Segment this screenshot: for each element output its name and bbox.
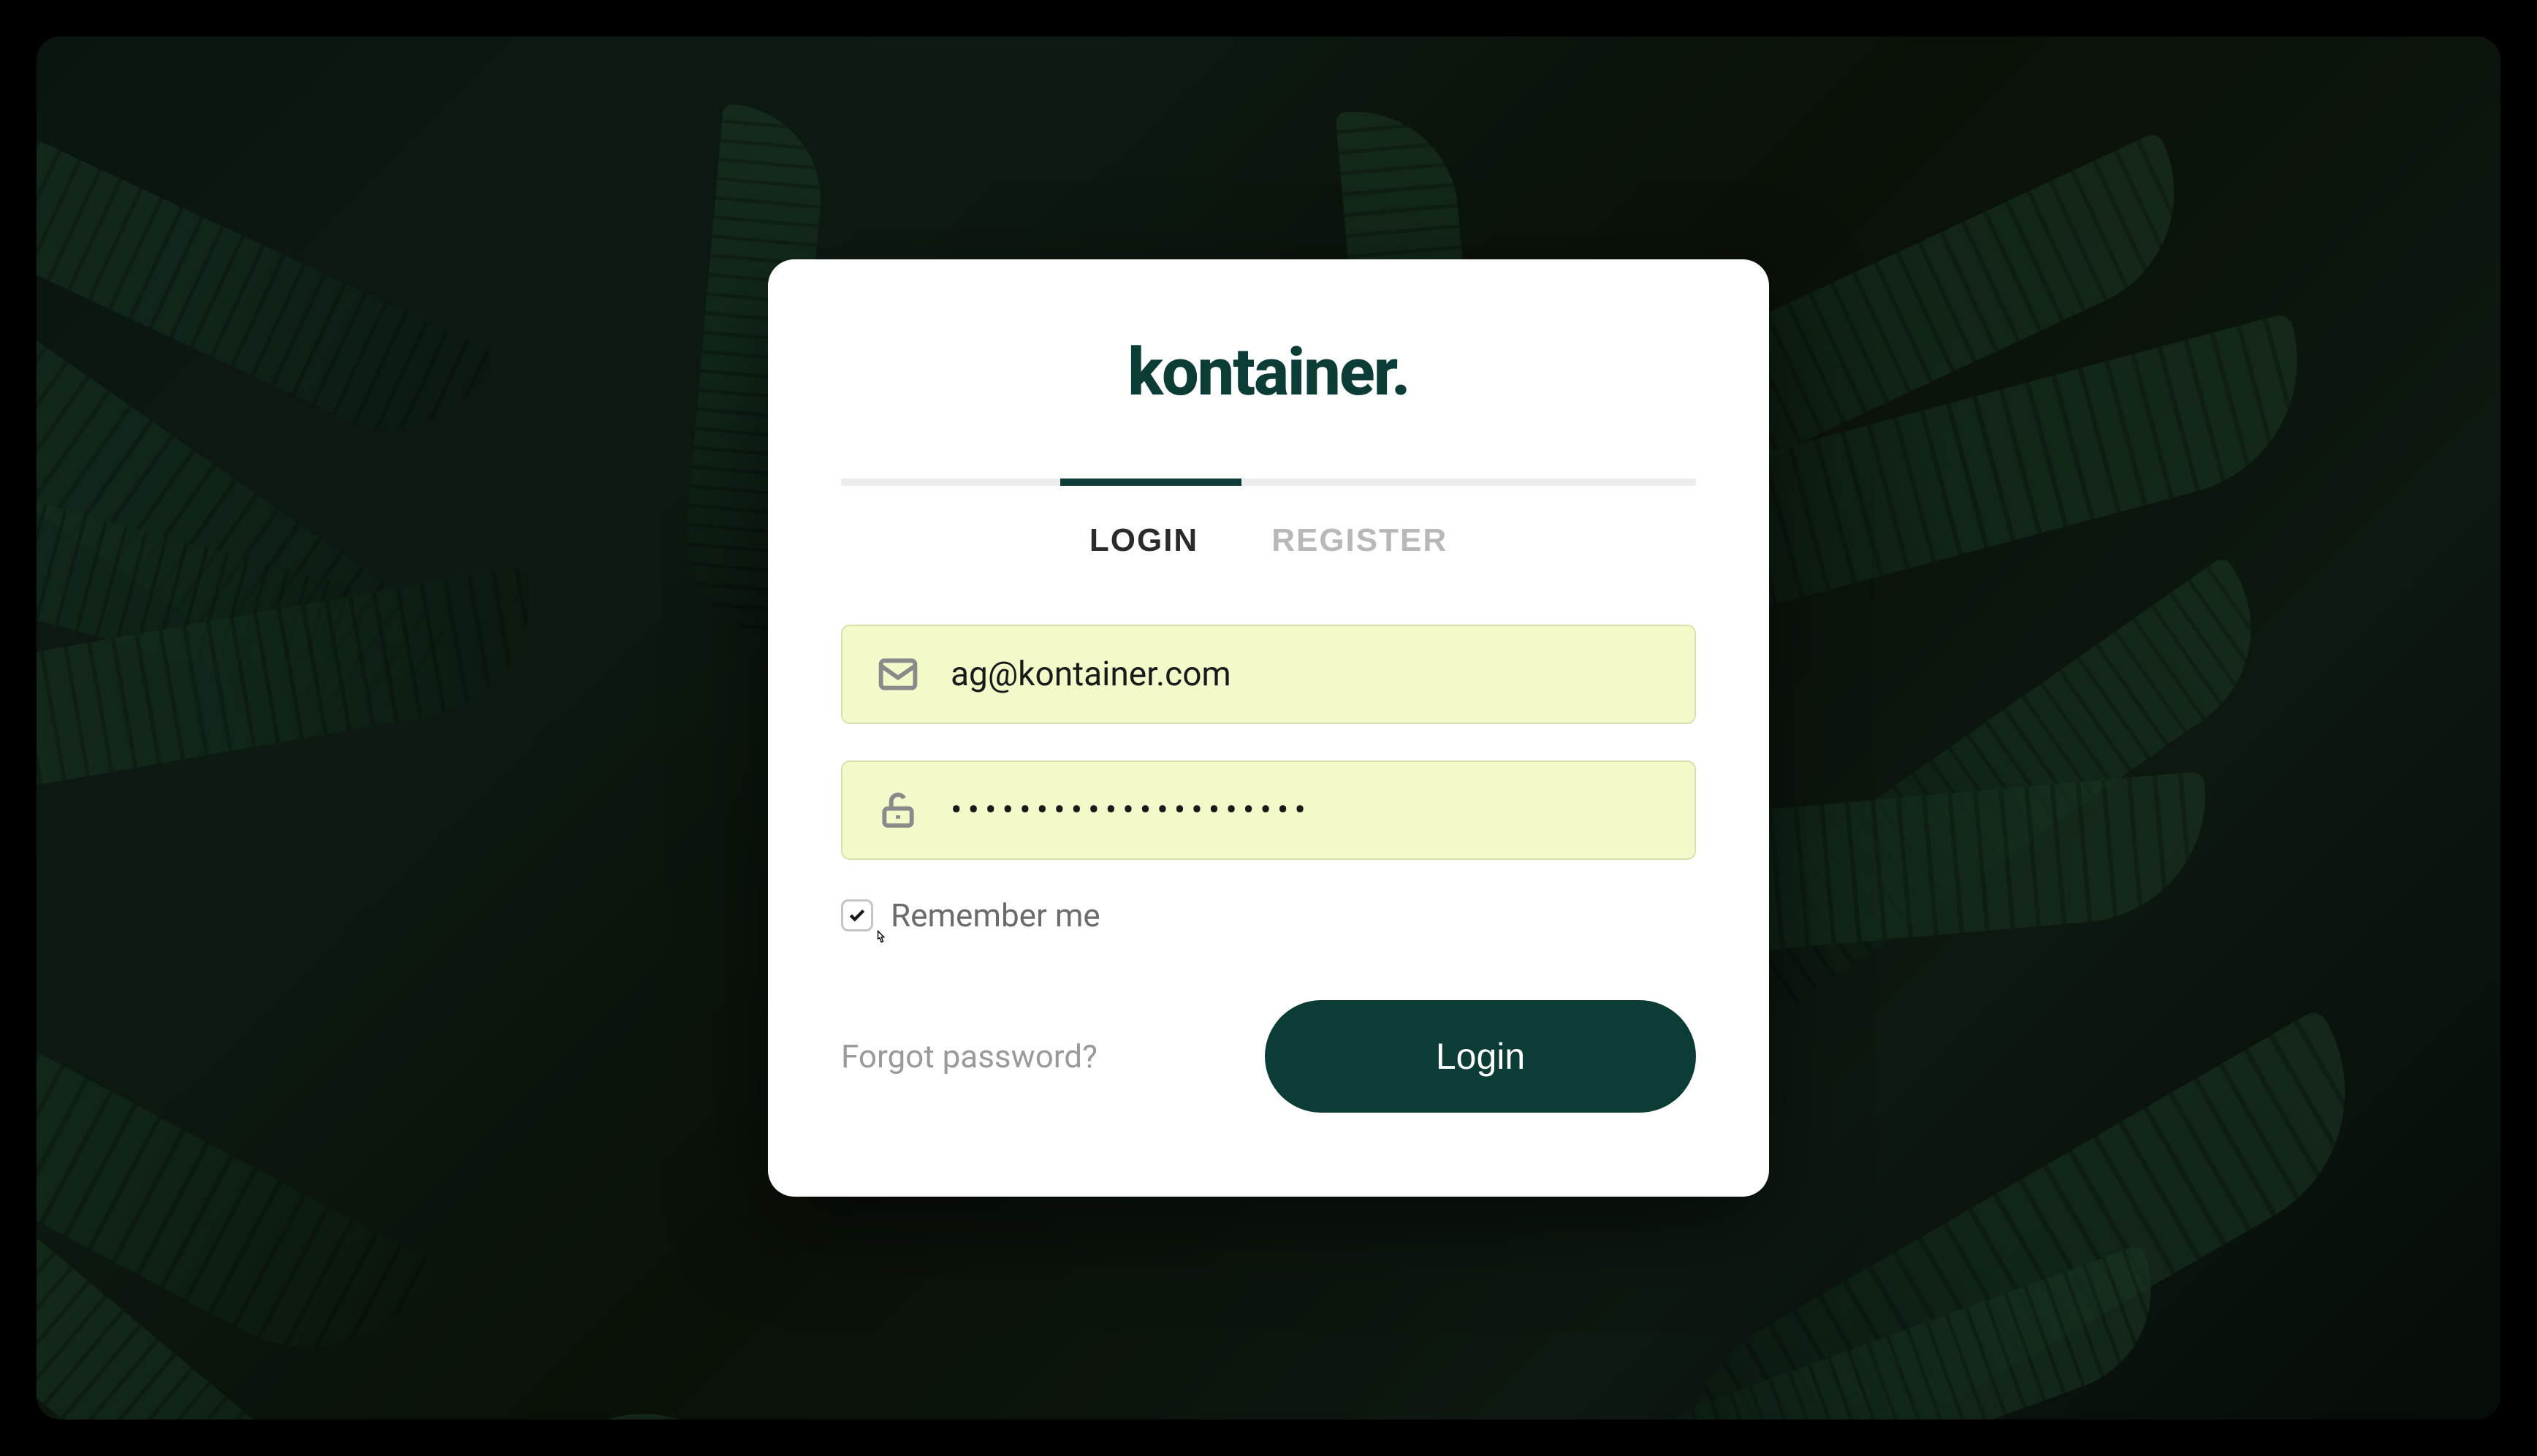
login-card: kontainer. LOGIN REGISTER bbox=[768, 259, 1769, 1197]
brand-logo: kontainer. bbox=[841, 340, 1696, 405]
forgot-password-link[interactable]: Forgot password? bbox=[841, 1037, 1098, 1075]
check-icon bbox=[848, 906, 867, 925]
password-input[interactable]: ••••••••••••••••••••• bbox=[951, 793, 1312, 827]
login-button[interactable]: Login bbox=[1265, 1000, 1696, 1113]
auth-tabs: LOGIN REGISTER bbox=[841, 522, 1696, 559]
unlock-icon bbox=[878, 790, 918, 831]
password-field-wrapper[interactable]: ••••••••••••••••••••• bbox=[841, 761, 1696, 860]
tab-login[interactable]: LOGIN bbox=[1089, 522, 1198, 559]
pointer-cursor-icon bbox=[870, 929, 891, 949]
tabs-indicator-bar bbox=[841, 479, 1696, 486]
email-field-wrapper[interactable] bbox=[841, 625, 1696, 724]
brand-logo-text: kontainer. bbox=[1127, 334, 1409, 411]
outer-frame: kontainer. LOGIN REGISTER bbox=[0, 0, 2537, 1456]
envelope-icon bbox=[878, 654, 918, 695]
email-input[interactable] bbox=[951, 655, 1659, 694]
remember-me-checkbox[interactable] bbox=[841, 899, 873, 931]
bottom-actions-row: Forgot password? Login bbox=[841, 1000, 1696, 1113]
tabs-indicator-active bbox=[1060, 479, 1241, 486]
tab-register[interactable]: REGISTER bbox=[1271, 522, 1448, 559]
remember-me-row: Remember me bbox=[841, 896, 1696, 934]
remember-me-label: Remember me bbox=[891, 896, 1100, 934]
background-container: kontainer. LOGIN REGISTER bbox=[37, 37, 2500, 1419]
